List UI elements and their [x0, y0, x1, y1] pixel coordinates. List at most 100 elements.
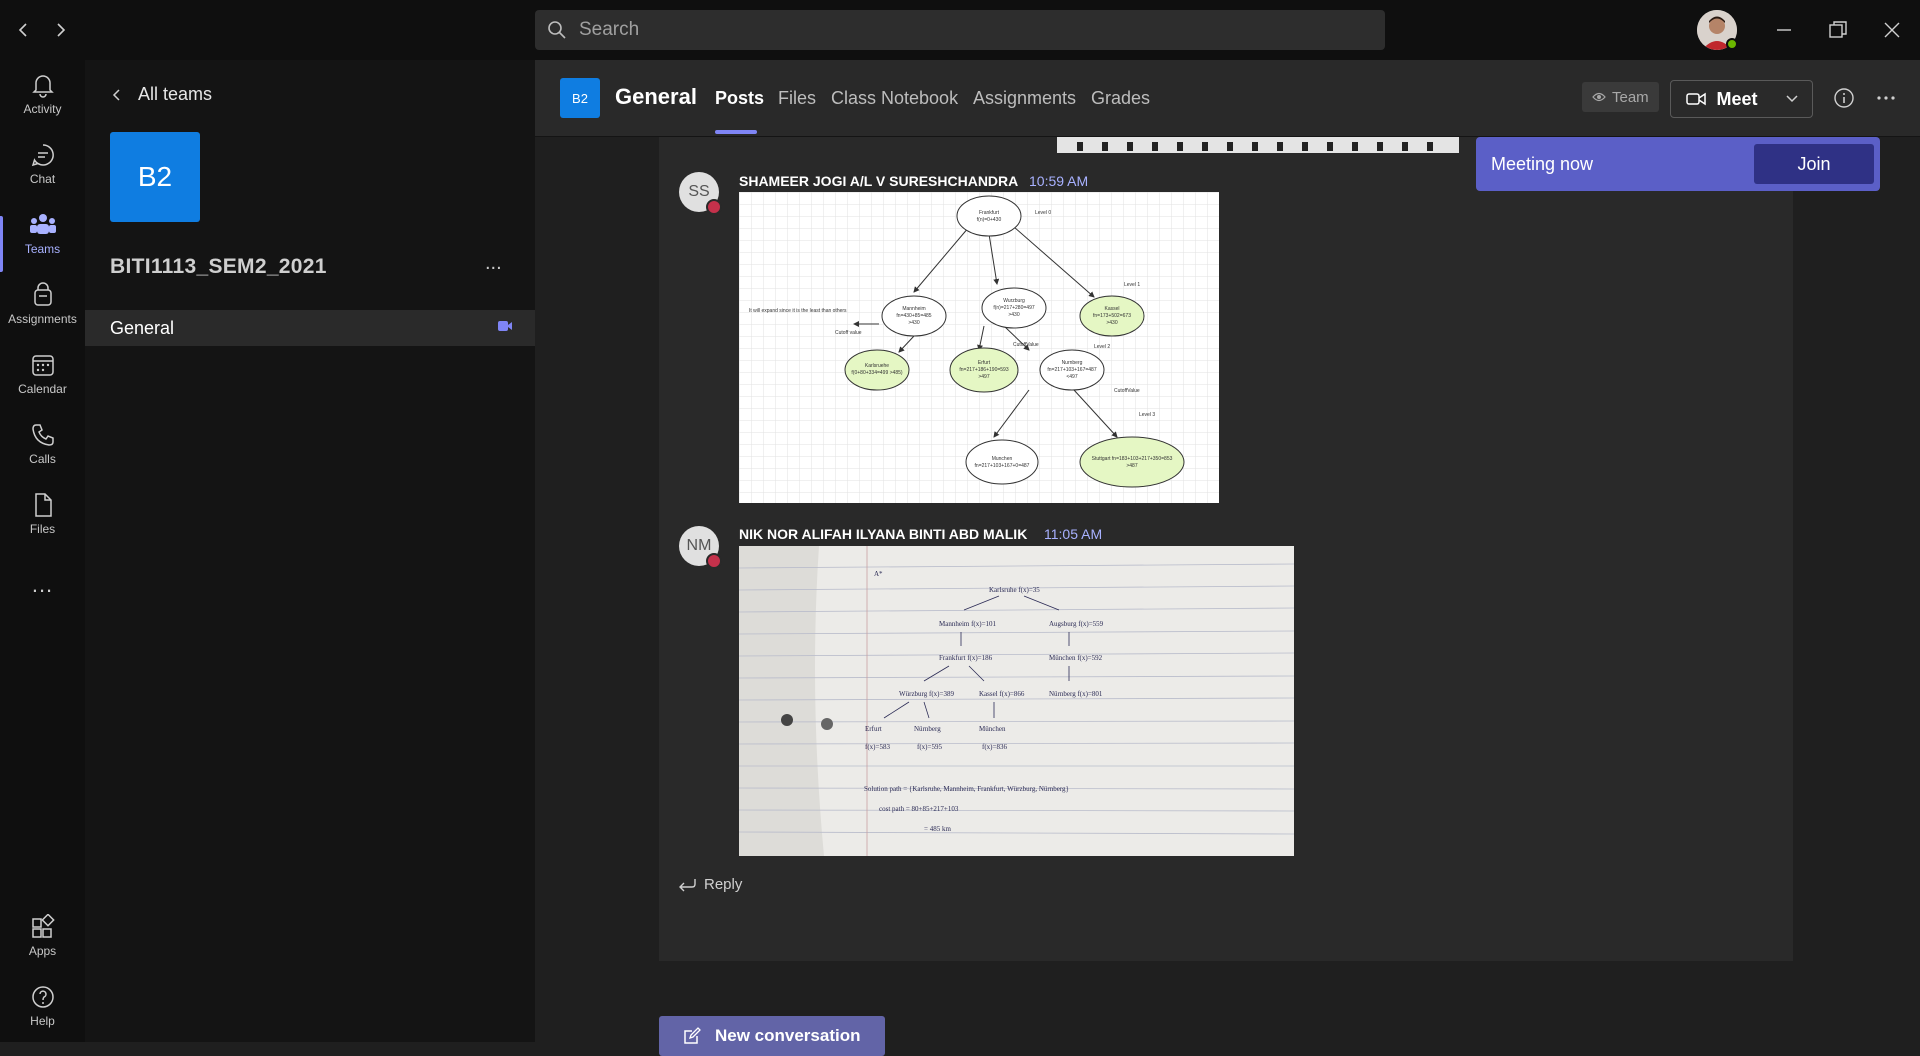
rail-item-help[interactable]: Help	[0, 984, 85, 1046]
diagram-node-text: f(n)=0+430	[977, 217, 1002, 223]
meeting-now-text: Meeting now	[1491, 154, 1594, 174]
handwritten-notes-image[interactable]: A* Karlsruhe f(x)=35 Mannheim f(x)=101 A…	[739, 546, 1294, 856]
rail-label: Help	[30, 1014, 55, 1028]
diagram-node-text: f(n)=217+280=497	[993, 305, 1035, 311]
available-status-icon	[1726, 38, 1738, 50]
info-icon[interactable]	[1830, 84, 1858, 112]
diagram-node-text: fn=173+502=673	[1093, 313, 1131, 319]
rail-label: Files	[29, 522, 56, 536]
eye-icon	[1592, 92, 1606, 102]
notes-text: Nürnberg f(x)=801	[1049, 690, 1103, 698]
notes-text: Nürnberg	[914, 725, 941, 733]
diagram-node-text: Erfurt	[978, 360, 991, 366]
tab-assignments[interactable]: Assignments	[973, 88, 1076, 109]
notes-text: f(x)=583	[865, 743, 890, 751]
diagram-node-text: Stuttgart fn=183+103+217+350=853	[1092, 456, 1173, 462]
meet-dropdown-button[interactable]	[1772, 80, 1813, 118]
rail-label: Apps	[28, 944, 57, 958]
reply-button[interactable]: Reply	[678, 876, 742, 893]
busy-status-icon	[706, 199, 722, 215]
diagram-node-text: Kassel	[1104, 306, 1119, 312]
diagram-node-text: Munchen	[992, 456, 1013, 462]
more-apps-button[interactable]: ...	[0, 572, 85, 602]
diagram-label: Cutoff value	[835, 330, 862, 336]
rail-label: Chat	[29, 172, 56, 186]
previous-attachment-image[interactable]	[1057, 137, 1459, 153]
search-input[interactable]	[577, 18, 1361, 42]
tab-posts[interactable]: Posts	[715, 88, 764, 109]
diagram-label: Level 2	[1094, 344, 1110, 350]
team-pill-label: Team	[1612, 88, 1649, 106]
team-more-options-icon[interactable]: ...	[485, 252, 502, 275]
meet-button[interactable]: Meet	[1670, 80, 1774, 118]
channel-avatar: B2	[560, 78, 600, 118]
notes-text: München f(x)=592	[1049, 654, 1103, 662]
calendar-icon	[31, 355, 54, 376]
message-author: SHAMEER JOGI A/L V SURESHCHANDRA	[739, 173, 1019, 189]
channel-name: General	[110, 317, 175, 338]
tab-files[interactable]: Files	[778, 88, 816, 109]
search-tree-diagram-image[interactable]: Frankfurt f(n)=0+430 Mannheim fn=430+85=…	[739, 192, 1219, 503]
active-indicator	[0, 216, 3, 272]
search-box[interactable]	[535, 10, 1385, 50]
chevron-down-icon	[1786, 95, 1798, 103]
notes-text: f(x)=595	[917, 743, 942, 751]
message-timestamp: 11:05 AM	[1044, 526, 1103, 542]
teams-icon	[29, 214, 56, 234]
restore-icon[interactable]	[1822, 14, 1854, 46]
close-icon[interactable]	[1876, 14, 1908, 46]
diagram-label: CutoffValue	[1114, 388, 1140, 394]
notes-text: Augsburg f(x)=559	[1049, 620, 1104, 628]
rail-item-calendar[interactable]: Calendar	[0, 352, 85, 414]
avatar[interactable]: NM	[679, 526, 722, 569]
more-options-icon[interactable]	[1872, 84, 1900, 112]
rail-item-files[interactable]: Files	[0, 492, 85, 554]
rail-item-apps[interactable]: Apps	[0, 914, 85, 976]
rail-label: Activity	[23, 102, 62, 116]
diagram-node-text: fn=217+103+167=487	[1047, 367, 1096, 373]
rail-label: Calls	[29, 452, 56, 466]
video-camera-icon	[1686, 92, 1707, 106]
diagram-node-text: Karlsruehe	[865, 363, 889, 369]
tab-grades[interactable]: Grades	[1091, 88, 1150, 109]
meeting-in-progress-icon	[498, 321, 512, 331]
diagram-node-text: fn=217+186+190=593	[959, 367, 1008, 373]
rail-item-activity[interactable]: Activity	[0, 72, 85, 134]
diagram-node-text: Nurnberg	[1062, 360, 1083, 366]
diagram-node-text: Mannheim	[902, 306, 925, 312]
title-bar	[0, 0, 1920, 60]
notes-text: Solution path = {Karlsruhe, Mannheim, Fr…	[864, 785, 1069, 793]
minimize-icon[interactable]	[1768, 14, 1800, 46]
diagram-node-text: >487	[1126, 463, 1137, 469]
help-icon	[31, 986, 54, 1008]
rail-item-calls[interactable]: Calls	[0, 422, 85, 484]
forward-arrow-icon[interactable]	[46, 16, 74, 44]
avatar-initials: NM	[686, 537, 712, 554]
notes-text: A*	[874, 570, 883, 578]
tab-class-notebook[interactable]: Class Notebook	[831, 88, 958, 109]
diagram-label: Level 3	[1139, 412, 1155, 418]
avatar[interactable]: SS	[679, 172, 722, 215]
notes-text: = 485 km	[924, 825, 951, 833]
notes-text: cost path = 80+85+217+103	[879, 805, 959, 813]
join-meeting-button[interactable]: Join	[1754, 144, 1874, 184]
rail-item-assignments[interactable]: Assignments	[0, 282, 85, 344]
avatar-initials: SS	[688, 183, 710, 200]
message-timestamp: 10:59 AM	[1029, 173, 1089, 189]
back-arrow-icon[interactable]	[10, 16, 38, 44]
diagram-node-text: >430	[908, 320, 919, 326]
meeting-now-banner: Meeting now Join	[1476, 137, 1880, 191]
new-conversation-button[interactable]: New conversation	[659, 1016, 885, 1056]
channel-item-general[interactable]: General	[85, 310, 535, 346]
notes-text: Kassel f(x)=866	[979, 690, 1025, 698]
notes-text: Würzburg f(x)=389	[899, 690, 954, 698]
diagram-node-text: Wurzburg	[1003, 298, 1025, 304]
rail-item-teams[interactable]: Teams	[0, 212, 85, 274]
all-teams-link[interactable]: All teams	[110, 84, 212, 105]
diagram-node-text: >430	[1008, 312, 1019, 318]
diagram-node-text: f(0+80+334=499 >485)	[851, 370, 902, 376]
reply-label: Reply	[704, 876, 743, 893]
rail-item-chat[interactable]: Chat	[0, 142, 85, 204]
all-teams-label: All teams	[138, 84, 213, 104]
diagram-node-text: <497	[1066, 374, 1077, 380]
